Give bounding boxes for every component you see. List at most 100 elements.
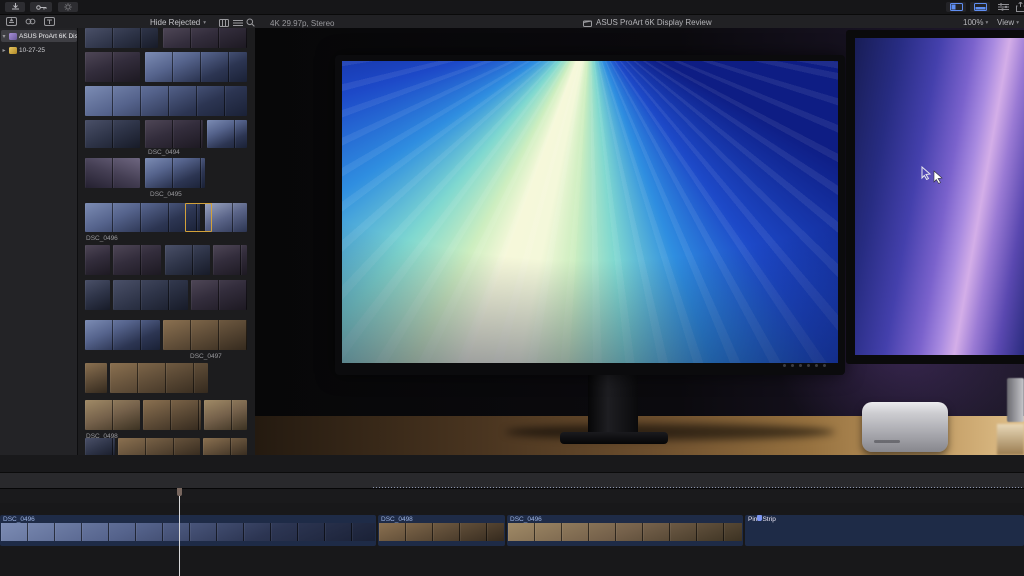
chevron-down-icon: ▾ [203,20,206,26]
library-name: ASUS ProArt 6K Display [19,33,77,40]
browser-clip-thumb[interactable] [110,363,208,393]
browser-clip-thumb[interactable] [85,120,140,148]
libraries-tab-icon[interactable] [6,17,17,26]
project-format-info: 4K 29.97p, Stereo [270,19,335,28]
import-media-button[interactable] [5,2,25,12]
browser-clip-thumb[interactable] [85,203,200,232]
main-monitor-screen [342,61,838,363]
mac-studio [862,402,948,452]
timeline-clip[interactable]: DSC_0496 [0,515,376,546]
view-label: View [997,18,1014,27]
clip-marker[interactable] [757,515,762,521]
monitor-stand-base [560,432,668,444]
clip-name-label: DSC_0496 [510,516,542,523]
browser-clip-thumb[interactable] [85,363,107,393]
timeline-clip[interactable]: DSC_0498 [378,515,505,546]
cursor-arrow-icon [921,166,932,180]
viewer-title-group: ASUS ProArt 6K Display Review [583,18,712,27]
view-popup[interactable]: View ▾ [997,18,1019,27]
main-monitor [335,55,845,375]
browser-clip-thumb[interactable] [163,320,247,350]
gear-icon [64,3,72,11]
titles-generators-tab-icon[interactable] [44,17,55,26]
filmstrip-view-icon[interactable] [219,19,229,27]
zoom-level: 100% [963,18,983,27]
browser-toggle-button[interactable] [946,2,966,12]
list-view-icon[interactable] [233,19,243,27]
library-icon [9,33,17,40]
lit-desk-object [997,424,1024,455]
clip-name-label: DSC_0498 [381,516,413,523]
sidebar-item-library[interactable]: ▾ ASUS ProArt 6K Display [1,30,77,42]
key-icon [36,4,47,11]
browser-clip-thumb[interactable] [163,28,247,48]
viewer-panel [255,28,1024,455]
browser-selection-frame[interactable] [185,203,212,232]
silver-object [1007,378,1024,422]
browser-clip-thumb[interactable] [85,400,140,430]
browser-clip-thumb[interactable] [85,245,110,275]
browser-clip-thumb[interactable] [85,320,160,350]
disclosure-down-icon[interactable]: ▾ [1,33,7,40]
browser-clip-thumb[interactable] [165,245,210,275]
timeline-ruler[interactable]: 00:05:34:0000:05:36:0000:05:38:0000:05:4… [0,488,1024,503]
video-frame [255,28,1024,455]
browser-clip-thumb[interactable] [191,280,247,310]
event-icon [9,47,17,54]
viewer-title: ASUS ProArt 6K Display Review [596,18,712,27]
clip-name-label: DSC_0496 [3,516,35,523]
timeline-toggle-button[interactable] [970,2,990,12]
browser-clip-thumb[interactable] [145,120,203,148]
browser-clip-thumb[interactable] [143,400,201,430]
chevron-down-icon: ▾ [985,20,988,26]
browser-clip-thumb[interactable] [85,28,158,48]
inspector-toggle-button[interactable] [994,2,1012,12]
browser-clip-thumb[interactable] [113,280,188,310]
browser-pane-icon [950,3,963,11]
selection-dashed-line [373,487,1024,488]
panel-header-bar: Hide Rejected ▾ 4K 29.97p, Stereo ASUS P… [0,14,1024,28]
filter-popup[interactable]: Hide Rejected ▾ [150,18,206,27]
status-strip: 89 items ▾ ▾ ▾ 00:05:37:07 [0,455,1024,472]
monitor-stand [588,373,638,435]
timeline-clip[interactable]: DSC_0496 [507,515,743,546]
timeline-pane-icon [974,3,987,11]
browser-clip-thumb[interactable] [85,280,110,310]
cursor-arrow-icon [933,170,944,184]
final-cut-pro-window: Hide Rejected ▾ 4K 29.97p, Stereo ASUS P… [0,0,1024,576]
browser-clip-thumb[interactable] [145,52,247,82]
playhead-handle[interactable] [177,488,182,496]
keyword-editor-button[interactable] [30,2,52,12]
event-name: 10-27-25 [19,47,45,54]
background-tasks-button[interactable] [58,2,78,12]
chevron-down-icon: ▾ [1016,20,1019,26]
timeline-clip[interactable]: Pink Strip [745,515,1024,546]
inspector-sliders-icon [998,3,1009,11]
libraries-sidebar: ▾ ASUS ProArt 6K Display ▸ 10-27-25 [0,28,78,455]
clapperboard-icon [583,19,592,27]
clip-filmstrip [508,523,742,541]
browser-clip-thumb[interactable] [204,400,247,430]
share-icon [1016,2,1024,12]
browser-clip-thumb[interactable] [113,245,161,275]
browser-clip-thumb[interactable] [85,158,140,188]
browser-clip-thumb[interactable] [85,52,140,82]
clip-filmstrip [1,523,375,541]
second-monitor [846,30,1024,364]
monitor-shadow [505,424,835,440]
browser-clip-thumb[interactable] [145,158,205,188]
share-button[interactable] [1013,2,1024,12]
monitor-buttons [783,364,835,368]
disclosure-right-icon[interactable]: ▸ [1,47,7,54]
zoom-popup[interactable]: 100% ▾ [963,18,988,27]
second-monitor-screen [855,38,1024,355]
search-icon[interactable] [246,18,255,27]
browser-clip-thumb[interactable] [213,245,247,275]
playhead[interactable] [179,488,180,576]
photos-audio-tab-icon[interactable] [25,17,36,26]
sidebar-item-event[interactable]: ▸ 10-27-25 [1,44,77,56]
browser-clip-thumb[interactable] [85,86,247,116]
top-toolbar [0,0,1024,14]
import-icon [11,3,20,11]
browser-clip-thumb[interactable] [207,120,247,148]
